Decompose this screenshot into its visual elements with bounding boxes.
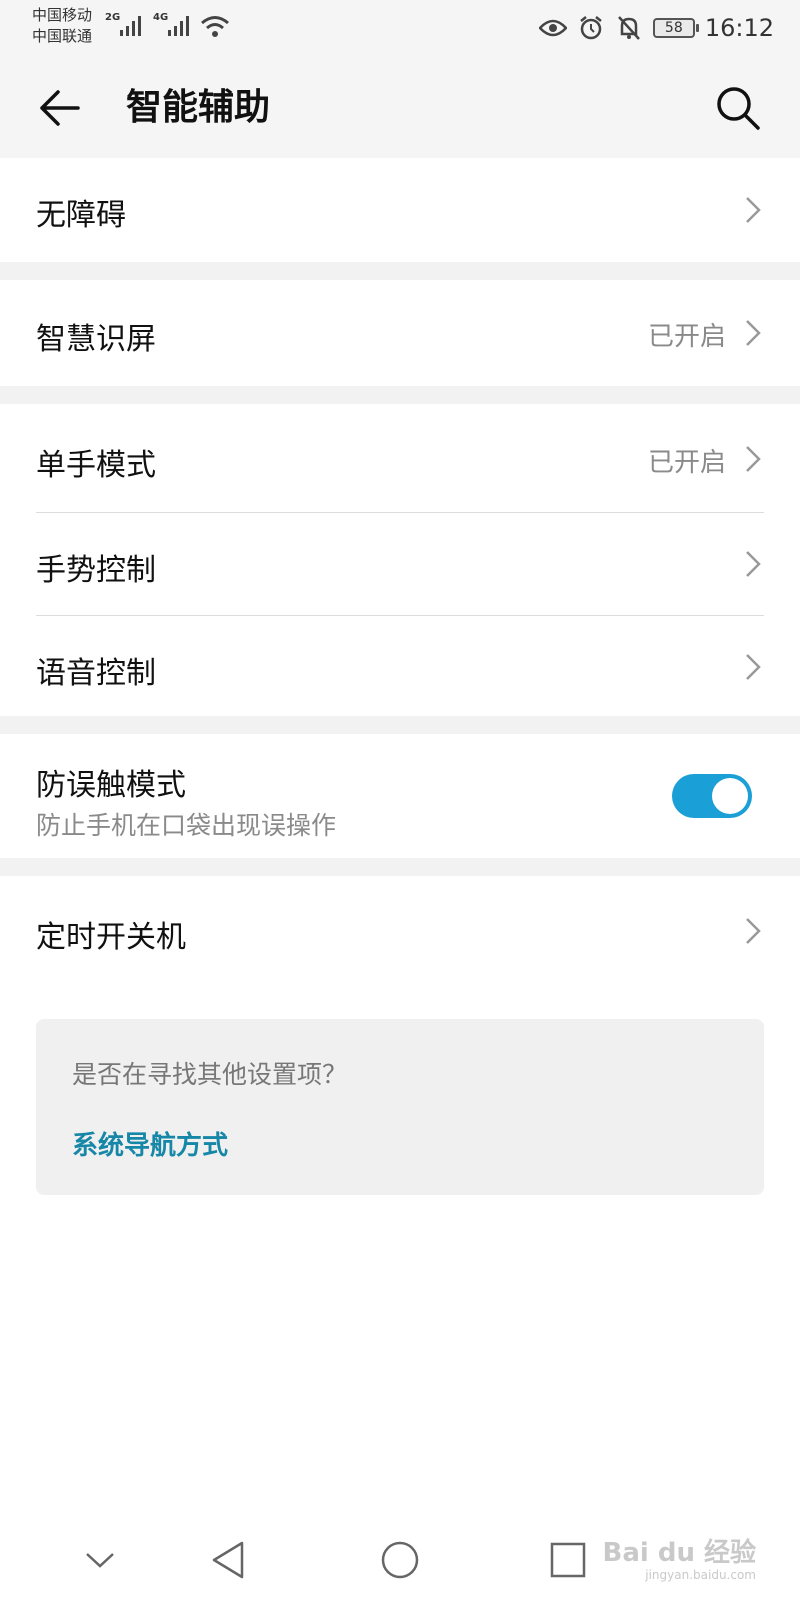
setting-row-accessibility[interactable]: 无障碍 — [0, 158, 800, 262]
chevron-right-icon — [746, 551, 761, 577]
nav-recents-button[interactable] — [540, 1532, 596, 1588]
suggestion-question: 是否在寻找其他设置项？ — [72, 1060, 348, 1089]
recents-square-icon — [550, 1542, 586, 1578]
section-divider — [0, 858, 800, 876]
row-label: 语音控制 — [36, 656, 156, 691]
navigation-bar: Bai du 经验 jingyan.baidu.com — [0, 1520, 800, 1600]
app-bar: 智能辅助 — [0, 56, 800, 158]
row-label: 无障碍 — [36, 198, 126, 233]
row-subtitle: 防止手机在口袋出现误操作 — [36, 811, 337, 840]
chevron-right-icon — [746, 654, 761, 680]
setting-row-voice-control[interactable]: 语音控制 — [0, 616, 800, 716]
wifi-icon — [201, 16, 229, 37]
section-divider — [0, 716, 800, 734]
system-navigation-link[interactable]: 系统导航方式 — [72, 1125, 228, 1162]
chevron-right-icon — [746, 918, 761, 944]
chevron-right-icon — [746, 320, 761, 346]
alarm-icon — [577, 14, 605, 42]
page-title: 智能辅助 — [126, 87, 271, 128]
status-icons: 58 16:12 — [538, 10, 774, 46]
carrier-2: 中国联通 — [32, 27, 93, 45]
eye-icon — [538, 14, 567, 42]
section-divider — [0, 262, 800, 280]
row-status-value: 已开启 — [647, 448, 726, 478]
search-icon — [717, 87, 760, 130]
status-bar: 中国移动 中国联通 2G 4G 58 16:12 — [0, 0, 800, 56]
chevron-right-icon — [746, 446, 761, 472]
signal-icon — [120, 16, 141, 36]
signal-icon — [168, 16, 189, 36]
setting-row-scheduled-power[interactable]: 定时开关机 — [0, 876, 800, 988]
section-divider — [0, 386, 800, 404]
setting-row-one-hand-mode[interactable]: 单手模式 已开启 — [0, 404, 800, 512]
watermark: Bai du 经验 — [602, 1538, 757, 1568]
collapse-nav-button[interactable] — [72, 1532, 128, 1588]
collapse-chevron-icon — [86, 1553, 114, 1568]
carrier-names: 中国移动 中国联通 — [32, 5, 92, 47]
pocket-mode-toggle[interactable] — [672, 774, 752, 818]
row-label: 智慧识屏 — [36, 322, 156, 357]
row-label: 防误触模式 — [36, 768, 186, 803]
setting-row-smart-screen[interactable]: 智慧识屏 已开启 — [0, 280, 800, 386]
suggestion-card: 是否在寻找其他设置项？ 系统导航方式 — [36, 1019, 764, 1195]
back-triangle-icon — [212, 1541, 244, 1579]
nav-home-button[interactable] — [372, 1532, 428, 1588]
back-button[interactable] — [36, 84, 84, 132]
chevron-right-icon — [746, 197, 761, 223]
watermark-url: jingyan.baidu.com — [645, 1568, 756, 1582]
setting-row-gesture-control[interactable]: 手势控制 — [0, 513, 800, 615]
search-button[interactable] — [712, 82, 764, 134]
toggle-knob — [712, 778, 748, 814]
row-label: 单手模式 — [36, 448, 156, 483]
battery-icon: 58 — [652, 18, 699, 38]
nav-back-button[interactable] — [200, 1532, 256, 1588]
row-label: 手势控制 — [36, 553, 156, 588]
row-label: 定时开关机 — [36, 920, 186, 955]
row-status-value: 已开启 — [647, 322, 726, 352]
carrier-1: 中国移动 — [32, 6, 93, 24]
home-circle-icon — [381, 1541, 419, 1579]
clock: 16:12 — [704, 14, 774, 42]
mute-bell-icon — [615, 14, 643, 42]
back-arrow-icon — [40, 90, 80, 126]
setting-row-pocket-mode: 防误触模式 防止手机在口袋出现误操作 — [0, 734, 800, 858]
